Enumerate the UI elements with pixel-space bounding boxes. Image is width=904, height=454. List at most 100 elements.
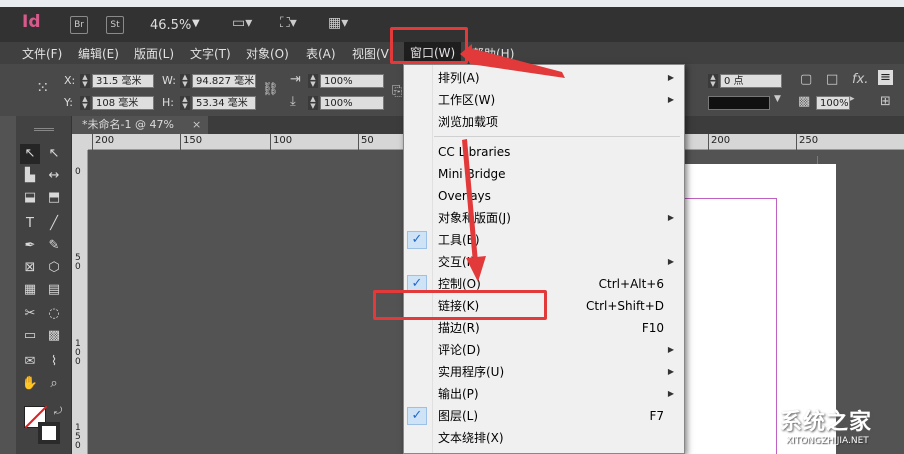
menu-layout[interactable]: 版面(L) — [134, 45, 174, 62]
view-options-icon[interactable]: ⛶▾ — [280, 15, 297, 35]
submenu-arrow-icon: ▶ — [667, 389, 674, 398]
opacity-dropdown-icon[interactable]: ▸ — [850, 94, 855, 104]
y-field[interactable]: 108 毫米 — [92, 96, 154, 110]
w-field[interactable]: 94.827 毫米 — [192, 74, 256, 88]
menu-item-shortcut: Ctrl+Alt+6 — [598, 277, 664, 291]
toolbox-grip[interactable] — [34, 128, 54, 131]
window-menu-item[interactable]: 描边(R) F10 — [404, 317, 684, 339]
page-tool-icon[interactable]: ▙ — [20, 166, 40, 186]
menu-item-shortcut: F10 — [641, 321, 664, 335]
free-transform-tool-icon[interactable]: ◌ — [44, 304, 64, 324]
pencil-tool-icon[interactable]: ✎ — [44, 236, 64, 256]
window-menu-item[interactable]: 评论(D) ▶ — [404, 339, 684, 361]
stroke-weight-spinner[interactable]: ▲ ▼ — [708, 74, 718, 88]
menu-item-shortcut: F7 — [649, 409, 664, 423]
zoom-dropdown-icon[interactable]: ▼ — [192, 18, 200, 29]
menu-file[interactable]: 文件(F) — [22, 45, 62, 62]
x-field[interactable]: 31.5 毫米 — [92, 74, 154, 88]
menu-item-label: CC Libraries — [438, 145, 511, 159]
menu-item-shortcut: Ctrl+Shift+D — [586, 299, 664, 313]
submenu-arrow-icon: ▶ — [667, 213, 674, 222]
zoom-tool-icon[interactable]: ⌕ — [44, 374, 64, 394]
menu-view[interactable]: 视图(V) — [352, 45, 394, 62]
selection-tool-icon[interactable]: ↖ — [20, 144, 40, 164]
window-menu-item[interactable]: ✓ 图层(L) F7 — [404, 405, 684, 427]
drop-shadow-off-icon[interactable]: □ — [826, 72, 838, 87]
window-menu-item[interactable]: ✓ 工具(B) — [404, 229, 684, 251]
stroke-type-dropdown-icon[interactable]: ▼ — [774, 94, 781, 104]
scale-y-spinner[interactable]: ▲ ▼ — [308, 96, 318, 110]
arrange-documents-icon[interactable]: ▦▾ — [328, 15, 348, 35]
direct-selection-tool-icon[interactable]: ↖ — [44, 144, 64, 164]
gradient-feather-tool-icon[interactable]: ▩ — [44, 326, 64, 346]
scale-x-field[interactable]: 100% — [320, 74, 384, 88]
frame-options-icon[interactable]: ⊞ — [880, 94, 891, 109]
pen-tool-icon[interactable]: ✒ — [20, 236, 40, 256]
menu-help[interactable]: 帮助(H) — [472, 45, 514, 62]
menu-table[interactable]: 表(A) — [306, 45, 336, 62]
swap-fill-stroke-icon[interactable]: ⤾ — [48, 402, 68, 422]
window-menu-item[interactable]: Mini Bridge — [404, 163, 684, 185]
vertical-ruler[interactable]: 0 50 100 150 — [72, 150, 88, 454]
window-menu-item[interactable]: 文本绕排(X) — [404, 427, 684, 449]
x-spinner[interactable]: ▲ ▼ — [80, 74, 90, 88]
document-tab[interactable]: *未命名-1 @ 47% × — [72, 116, 208, 134]
ruler-tick: 0 — [75, 167, 81, 177]
menu-item-label: Mini Bridge — [438, 167, 506, 181]
ruler-tick: 150 — [75, 423, 81, 451]
window-menu-item[interactable]: 实用程序(U) ▶ — [404, 361, 684, 383]
stock-button[interactable]: St — [106, 16, 124, 34]
window-menu-item[interactable]: 浏览加载项 — [404, 111, 684, 133]
stroke-weight-field[interactable]: 0 点 — [720, 74, 782, 88]
h-field[interactable]: 53.34 毫米 — [192, 96, 256, 110]
y-spinner[interactable]: ▲ ▼ — [80, 96, 90, 110]
rectangle-frame-tool-icon[interactable]: ⊠ — [20, 258, 40, 278]
content-collector-icon[interactable]: ⬓ — [20, 188, 40, 208]
window-menu-item[interactable]: 排列(A) ▶ — [404, 67, 684, 89]
close-tab-icon[interactable]: × — [192, 116, 201, 134]
scale-y-field[interactable]: 100% — [320, 96, 384, 110]
menu-edit[interactable]: 编辑(E) — [78, 45, 119, 62]
reference-point-icon[interactable]: ⁙ — [36, 78, 49, 97]
line-tool-icon[interactable]: ╱ — [44, 214, 64, 234]
opacity-field[interactable]: 100% — [816, 96, 850, 110]
gap-tool-icon[interactable]: ↔ — [44, 166, 64, 186]
polygon-tool-icon[interactable]: ⬡ — [44, 258, 64, 278]
window-menu-item[interactable]: CC Libraries — [404, 141, 684, 163]
panel-menu-icon[interactable]: ≡ — [878, 70, 893, 85]
menu-type[interactable]: 文字(T) — [190, 45, 231, 62]
eyedropper-tool-icon[interactable]: ⌇ — [44, 352, 64, 372]
zoom-level[interactable]: 46.5% — [150, 18, 191, 33]
proportion-lock-icon[interactable]: ⎘ — [392, 84, 402, 99]
window-menu-highlight — [390, 27, 468, 64]
hand-tool-icon[interactable]: ✋ — [20, 374, 40, 394]
grid-tool-icon[interactable]: ▦ — [20, 280, 40, 300]
bridge-button[interactable]: Br — [70, 16, 88, 34]
screen-mode-icon[interactable]: ▭▾ — [232, 15, 252, 35]
note-tool-icon[interactable]: ✉ — [20, 352, 40, 372]
watermark-url: XITONGZHIJIA.NET — [786, 436, 869, 446]
scale-x-spinner[interactable]: ▲ ▼ — [308, 74, 318, 88]
window-menu-item[interactable]: 工作区(W) ▶ — [404, 89, 684, 111]
stroke-type-field[interactable] — [708, 96, 770, 110]
scale-y-icon: ⤓ — [290, 94, 296, 109]
ruler-origin[interactable] — [72, 134, 88, 150]
w-spinner[interactable]: ▲ ▼ — [180, 74, 190, 88]
scissors-tool-icon[interactable]: ✂ — [20, 304, 40, 324]
window-menu-item[interactable]: 对象和版面(J) ▶ — [404, 207, 684, 229]
constrain-proportions-icon[interactable]: ⛓ — [262, 82, 279, 97]
type-tool-icon[interactable]: T — [20, 214, 40, 234]
content-placer-icon[interactable]: ⬒ — [44, 188, 64, 208]
window-menu-item[interactable]: Overlays — [404, 185, 684, 207]
frame-grid-tool-icon[interactable]: ▤ — [44, 280, 64, 300]
menu-item-label: 工具(B) — [438, 233, 480, 247]
window-menu-item[interactable]: 输出(P) ▶ — [404, 383, 684, 405]
fx-icon[interactable]: fx. — [852, 72, 868, 87]
gradient-swatch-tool-icon[interactable]: ▭ — [20, 326, 40, 346]
menu-object[interactable]: 对象(O) — [246, 45, 289, 62]
h-spinner[interactable]: ▲ ▼ — [180, 96, 190, 110]
watermark-text: 系统之家 — [780, 410, 873, 435]
stroke-swatch[interactable] — [38, 422, 60, 444]
window-menu-item[interactable]: 交互(I) ▶ — [404, 251, 684, 273]
drop-shadow-icon[interactable]: ▢ — [800, 72, 812, 87]
